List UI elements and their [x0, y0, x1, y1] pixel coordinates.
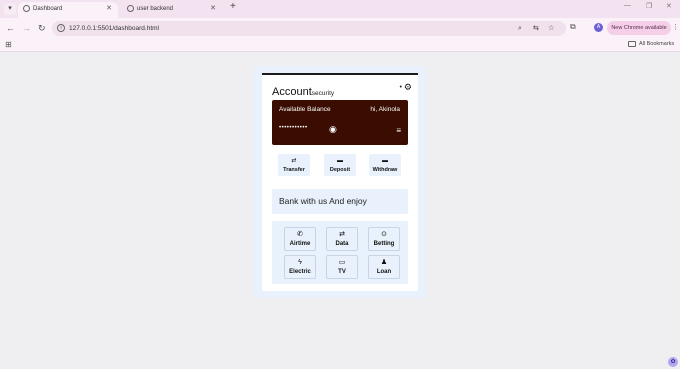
tv-label: TV	[338, 269, 346, 275]
tv-icon: ▭	[338, 259, 346, 266]
forward-icon[interactable]: →	[22, 22, 31, 34]
tab-title: user backend	[137, 6, 174, 12]
page-title: Account	[272, 86, 312, 98]
tab-title: Dashboard	[33, 6, 63, 12]
eye-icon[interactable]: ◉	[329, 124, 337, 135]
page-subtitle: security	[311, 90, 335, 97]
loan-icon: ♟	[380, 259, 388, 266]
tab-search-button[interactable]: ▾	[4, 3, 16, 15]
services-grid: ✆ Airtime ⇄ Data ⊙ Betting ϟ Electric ▭	[272, 221, 408, 284]
globe-icon	[23, 5, 30, 12]
site-info-icon[interactable]: i	[57, 24, 65, 32]
dashboard-container: Accountsecurity • ⚙ Available Balance hi…	[254, 66, 426, 298]
tv-button[interactable]: ▭ TV	[326, 255, 358, 279]
bookmarks-bar: ⊞ All Bookmarks	[0, 38, 680, 52]
browser-toolbar: ← → ↻ i 127.0.0.1:5501/dashboard.html ⌕ …	[0, 18, 680, 38]
transfer-icon: ⇄	[291, 158, 297, 164]
zoom-icon[interactable]: ⌕	[518, 22, 522, 35]
withdraw-button[interactable]: ▬ Withdraw	[369, 154, 401, 176]
deposit-label: Deposit	[329, 167, 351, 173]
apps-grid-icon[interactable]: ⊞	[5, 40, 12, 49]
promo-banner: Bank with us And enjoy	[272, 189, 408, 214]
back-icon[interactable]: ←	[6, 22, 15, 34]
new-tab-button[interactable]: +	[230, 1, 236, 12]
electric-button[interactable]: ϟ Electric	[284, 255, 316, 279]
tab-strip: ▾ Dashboard ✕ user backend ✕ + — ❐ ✕	[0, 0, 680, 18]
deposit-button[interactable]: ▬ Deposit	[324, 154, 356, 176]
chrome-menu-icon[interactable]: ⋮	[672, 23, 679, 31]
data-label: Data	[335, 241, 349, 247]
withdraw-icon: ▬	[382, 158, 388, 164]
tab-user-backend[interactable]: user backend ✕	[122, 2, 222, 18]
masked-balance: •••••••••••	[279, 125, 308, 131]
balance-label: Available Balance	[279, 106, 331, 113]
electric-label: Electric	[289, 269, 311, 275]
globe-icon	[127, 5, 134, 12]
new-chrome-available-button[interactable]: New Chrome available	[607, 21, 671, 35]
transfer-label: Transfer	[283, 167, 305, 173]
loan-label: Loan	[376, 269, 392, 275]
withdraw-label: Withdraw	[372, 167, 398, 173]
minimize-icon[interactable]: —	[624, 2, 631, 9]
phone-icon: ✆	[297, 231, 303, 238]
page-viewport: Accountsecurity • ⚙ Available Balance hi…	[0, 53, 680, 369]
betting-label: Betting	[373, 241, 395, 247]
reload-icon[interactable]: ↻	[38, 22, 46, 34]
balance-card: Available Balance hi, Akinola ••••••••••…	[272, 100, 408, 145]
airtime-button[interactable]: ✆ Airtime	[284, 227, 316, 251]
data-button[interactable]: ⇄ Data	[326, 227, 358, 251]
translate-icon[interactable]: ⇆	[533, 22, 539, 35]
deposit-icon: ▬	[337, 158, 343, 164]
gear-icon[interactable]: ⚙	[404, 82, 412, 93]
address-bar[interactable]: i 127.0.0.1:5501/dashboard.html ⌕ ⇆ ☆	[52, 21, 566, 36]
tab-dashboard[interactable]: Dashboard ✕	[18, 2, 118, 18]
hamburger-menu-icon[interactable]: ≡	[396, 127, 401, 135]
profile-avatar[interactable]: A	[594, 23, 603, 32]
window-close-icon[interactable]: ✕	[666, 2, 672, 10]
data-transfer-icon: ⇄	[339, 231, 345, 238]
betting-icon: ⊙	[381, 231, 387, 238]
bolt-icon: ϟ	[298, 259, 302, 266]
all-bookmarks-label: All Bookmarks	[639, 41, 675, 47]
account-header: Accountsecurity • ⚙	[272, 82, 412, 98]
url-text[interactable]: 127.0.0.1:5501/dashboard.html	[69, 21, 159, 36]
loan-button[interactable]: ♟ Loan	[368, 255, 400, 279]
tab-close-icon[interactable]: ✕	[210, 2, 216, 16]
transfer-button[interactable]: ⇄ Transfer	[278, 154, 310, 176]
status-dot-icon: •	[399, 84, 402, 91]
folder-icon	[628, 40, 636, 47]
promo-text: Bank with us And enjoy	[279, 196, 367, 206]
extension-bubble-icon[interactable]: ✿	[668, 357, 678, 367]
greeting-text: hi, Akinola	[370, 106, 400, 113]
tab-close-icon[interactable]: ✕	[106, 2, 112, 16]
bookmark-star-icon[interactable]: ☆	[548, 22, 554, 35]
all-bookmarks-button[interactable]: All Bookmarks	[628, 40, 674, 49]
extensions-icon[interactable]: ⧉	[570, 22, 576, 32]
airtime-label: Airtime	[289, 241, 311, 247]
restore-icon[interactable]: ❐	[646, 2, 652, 10]
dashboard-card: Accountsecurity • ⚙ Available Balance hi…	[262, 73, 418, 291]
betting-button[interactable]: ⊙ Betting	[368, 227, 400, 251]
